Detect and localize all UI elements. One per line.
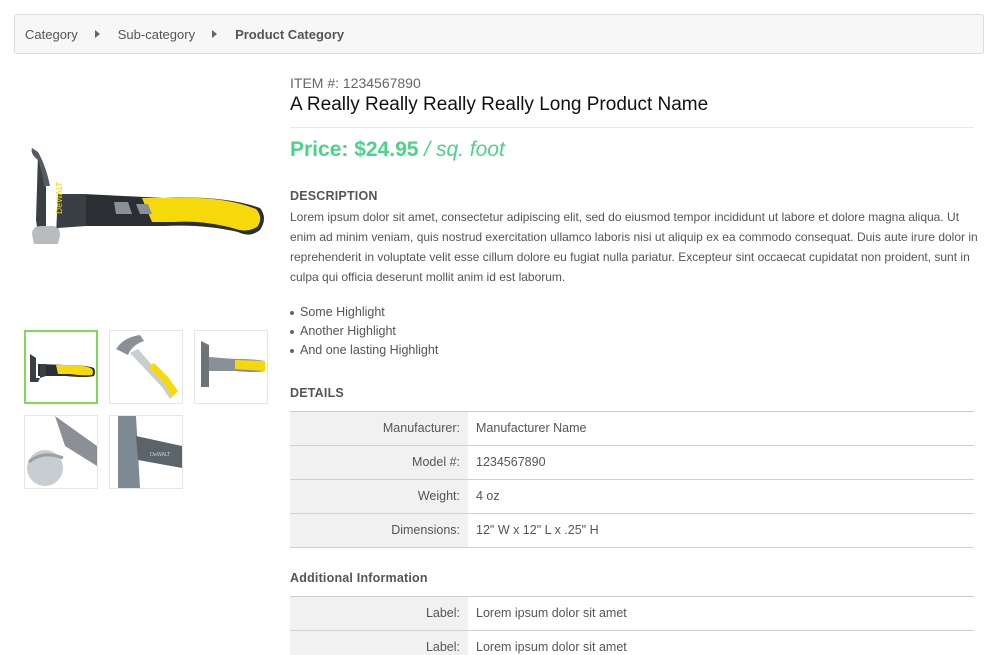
table-row: Dimensions: 12" W x 12" L x .25" H xyxy=(290,514,974,548)
hammer-thumb-icon xyxy=(27,416,97,486)
hammer-thumb-icon: DeWALT xyxy=(118,416,182,488)
thumbnail-3[interactable] xyxy=(194,330,268,404)
price-value: Price: $24.95 xyxy=(290,138,419,161)
hammer-thumb-icon: DeWALT xyxy=(30,354,95,382)
spec-value: 12" W x 12" L x .25" H xyxy=(476,523,599,537)
thumbnail-4[interactable] xyxy=(24,415,98,489)
hammer-image: DeWALT xyxy=(31,148,264,244)
description-title: DESCRIPTION xyxy=(290,189,378,203)
hammer-thumb-icon xyxy=(201,341,265,387)
table-row: Model #: 1234567890 xyxy=(290,446,974,480)
svg-text:DeWALT: DeWALT xyxy=(150,452,171,458)
product-price: Price: $24.95 / sq. foot xyxy=(290,138,505,162)
main-product-image: DeWALT xyxy=(24,110,269,300)
spec-value: Manufacturer Name xyxy=(476,421,587,435)
spec-value: 4 oz xyxy=(476,489,500,503)
thumbnail-1[interactable]: DeWALT xyxy=(24,330,98,404)
table-row: Label: Lorem ipsum dolor sit amet xyxy=(290,597,974,631)
list-item: And one lasting Highlight xyxy=(290,341,438,360)
description-text: Lorem ipsum dolor sit amet, consectetur … xyxy=(290,210,978,284)
breadcrumb-item-category[interactable]: Category xyxy=(25,27,78,42)
details-title: DETAILS xyxy=(290,386,344,400)
spec-label: Label: xyxy=(290,597,468,630)
spec-label: Label: xyxy=(290,631,468,655)
breadcrumb-item-product-category: Product Category xyxy=(235,26,345,42)
bullet-icon xyxy=(290,329,294,334)
hammer-thumb-icon xyxy=(116,335,178,399)
spec-label: Manufacturer: xyxy=(290,412,468,445)
bullet-icon xyxy=(290,310,294,315)
spec-label: Dimensions: xyxy=(290,514,468,547)
spec-label: Model #: xyxy=(290,446,468,479)
list-item: Another Highlight xyxy=(290,322,438,341)
spec-value: Lorem ipsum dolor sit amet xyxy=(476,640,627,654)
thumbnail-5[interactable]: DeWALT xyxy=(109,415,183,489)
highlights-list: Some Highlight Another Highlight And one… xyxy=(290,303,438,360)
details-table: Manufacturer: Manufacturer Name Model #:… xyxy=(290,411,974,548)
product-name: A Really Really Really Really Long Produ… xyxy=(290,94,709,115)
spec-value: Lorem ipsum dolor sit amet xyxy=(476,606,627,620)
table-row: Weight: 4 oz xyxy=(290,480,974,514)
spec-label: Weight: xyxy=(290,480,468,513)
brand-logo: DeWALT xyxy=(55,182,64,214)
spec-value: 1234567890 xyxy=(476,455,546,469)
svg-text:DeWALT: DeWALT xyxy=(68,364,80,368)
breadcrumb: Category Sub-category Product Category xyxy=(14,14,984,54)
chevron-right-icon xyxy=(212,30,218,38)
additional-info-table: Label: Lorem ipsum dolor sit amet Label:… xyxy=(290,596,974,655)
price-unit: / sq. foot xyxy=(424,138,505,161)
list-item: Some Highlight xyxy=(290,303,438,322)
additional-info-title: Additional Information xyxy=(290,571,428,585)
bullet-icon xyxy=(290,348,294,353)
table-row: Label: Lorem ipsum dolor sit amet xyxy=(290,631,974,655)
divider xyxy=(290,127,974,128)
thumbnail-2[interactable] xyxy=(109,330,183,404)
item-number: ITEM #: 1234567890 xyxy=(290,75,421,91)
breadcrumb-item-sub-category[interactable]: Sub-category xyxy=(118,27,195,42)
table-row: Manufacturer: Manufacturer Name xyxy=(290,412,974,446)
chevron-right-icon xyxy=(94,30,100,38)
